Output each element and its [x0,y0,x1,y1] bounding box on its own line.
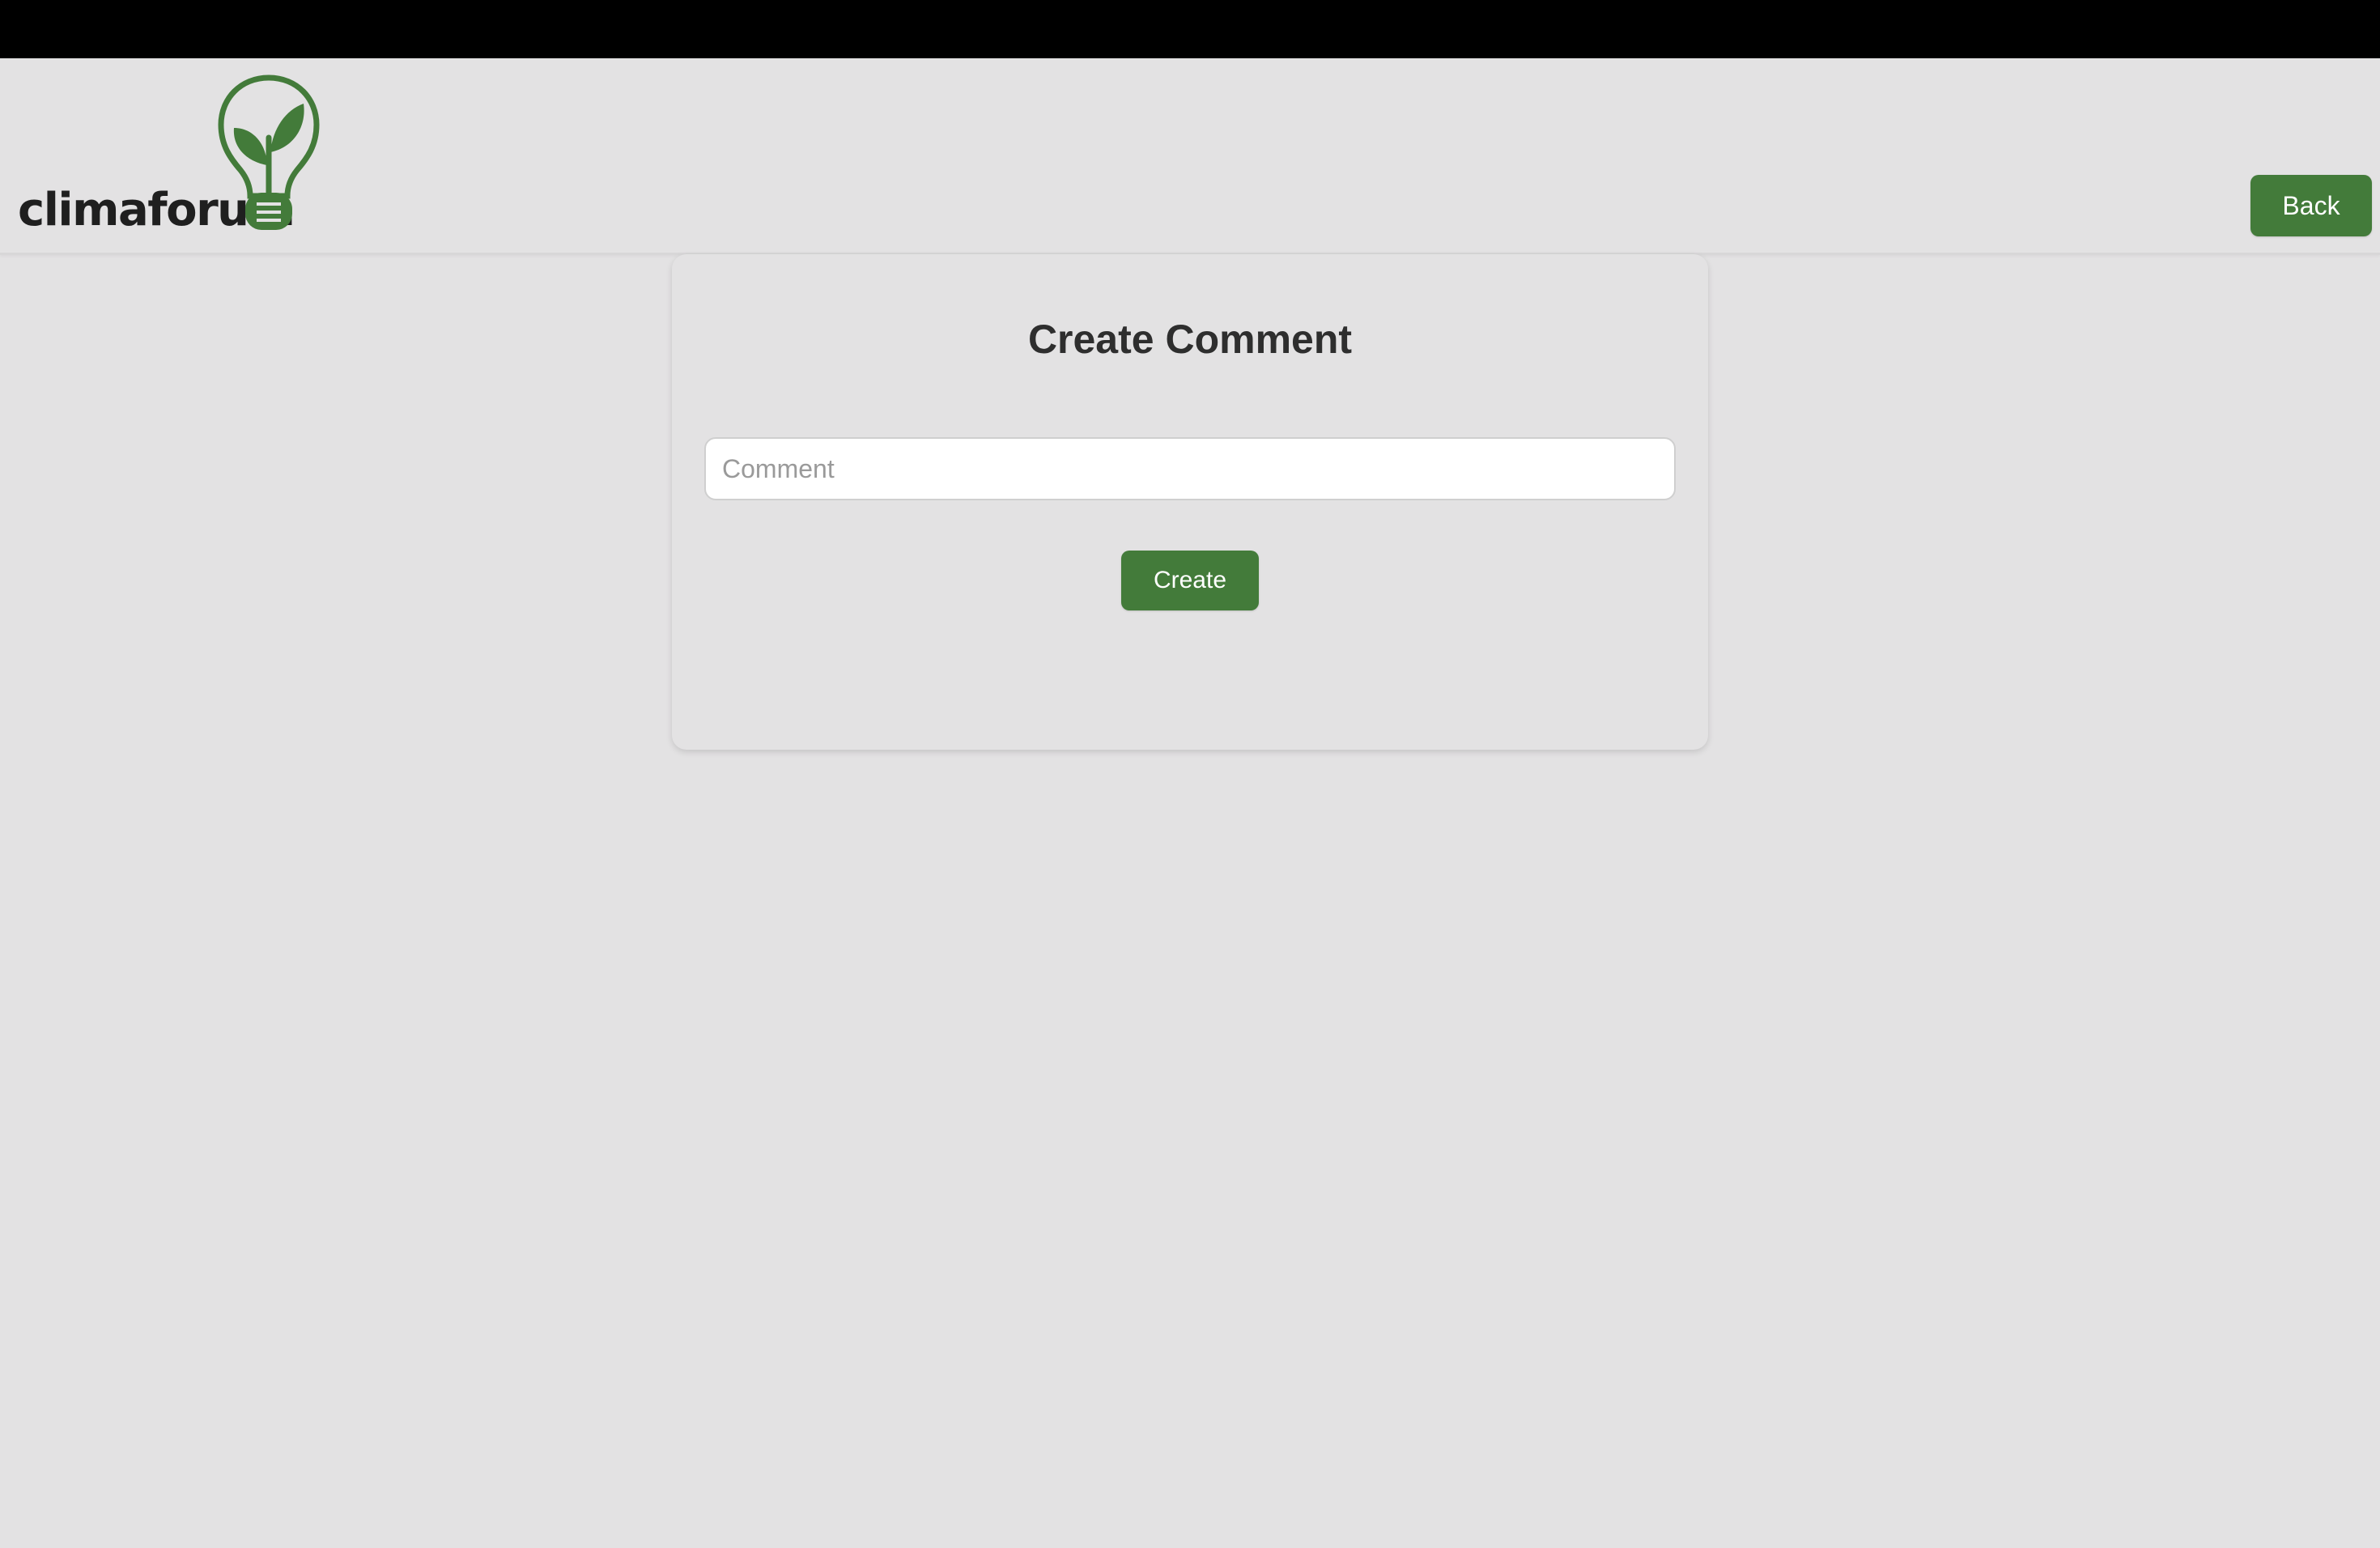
climaforum-logo[interactable]: climaforum [18,74,320,236]
lightbulb-sprout-icon [218,74,320,230]
top-strip [0,0,2380,58]
page-title: Create Comment [1027,317,1353,362]
comment-input[interactable] [704,437,1676,500]
create-button[interactable]: Create [1121,551,1259,610]
back-button[interactable]: Back [2250,175,2372,236]
create-comment-card: Create Comment Create [672,254,1708,750]
site-header: climaforum Back [0,58,2380,255]
